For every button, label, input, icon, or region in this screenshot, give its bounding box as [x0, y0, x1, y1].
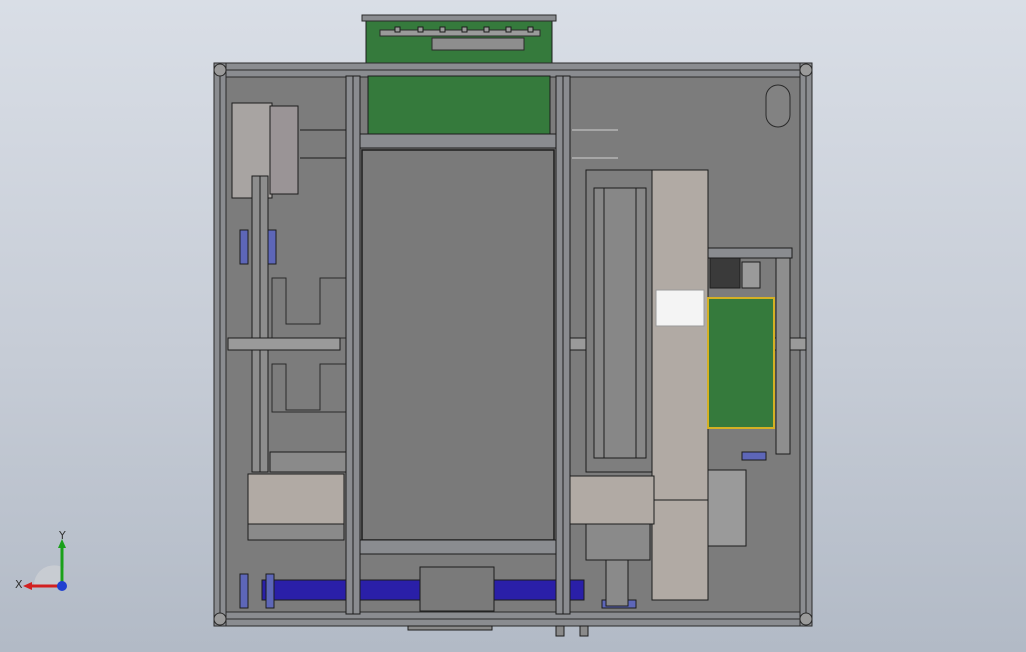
- right-pcb-board: [707, 297, 775, 429]
- z-axis-icon: [57, 581, 67, 591]
- right-pcb-rail: [707, 247, 793, 259]
- top-connector-block: [431, 37, 525, 51]
- connector-pin: [439, 26, 446, 33]
- module-tan-carriage: [651, 169, 709, 501]
- center-pcb: [367, 75, 551, 137]
- left-bottom-bracket: [239, 573, 249, 609]
- module-tan-lower: [651, 499, 709, 601]
- coordinate-triad: Y X: [15, 530, 67, 591]
- connector-pin: [394, 26, 401, 33]
- left-bracket: [267, 229, 277, 265]
- right-stem: [605, 559, 629, 607]
- x-arrow-icon: [23, 582, 32, 590]
- right-carriage: [569, 475, 655, 525]
- top-pcb-rail: [361, 14, 557, 22]
- left-carriage-base: [247, 523, 345, 541]
- module-inner: [593, 187, 647, 459]
- bottom-tab: [555, 625, 565, 637]
- corner-bolt: [799, 63, 813, 77]
- left-carriage: [247, 473, 345, 525]
- center-cross-rail: [359, 133, 557, 149]
- center-plate: [361, 149, 555, 541]
- top-connector-strip: [379, 29, 541, 37]
- model-top-view[interactable]: [0, 0, 1026, 652]
- right-lower-block: [707, 469, 747, 547]
- fan-module: [709, 257, 741, 289]
- y-axis-label: Y: [58, 530, 66, 542]
- right-linear-module: [569, 169, 709, 609]
- right-side-rail: [775, 257, 791, 455]
- mid-beam-left: [227, 337, 341, 351]
- left-bracket: [239, 229, 249, 265]
- left-guide: [269, 451, 347, 473]
- left-bottom-bracket: [265, 573, 275, 609]
- x-axis-label: X: [15, 578, 23, 591]
- module-highlight: [655, 289, 705, 327]
- bottom-tab-plate: [407, 625, 493, 631]
- connector-pin: [483, 26, 490, 33]
- corner-bolt: [213, 612, 227, 626]
- center-plate-bottom-rail: [359, 539, 557, 555]
- connector-pin: [461, 26, 468, 33]
- corner-bolt: [799, 612, 813, 626]
- graphics-area[interactable]: Y X: [0, 0, 1026, 652]
- right-connector: [741, 261, 761, 289]
- bottom-cover-plate: [419, 566, 495, 612]
- connector-pin: [505, 26, 512, 33]
- connector-pin: [527, 26, 534, 33]
- slot-cutout: [765, 84, 791, 128]
- left-tan-box-side: [269, 105, 299, 195]
- bottom-tab: [579, 625, 589, 637]
- connector-pin: [417, 26, 424, 33]
- right-label-blue: [741, 451, 767, 461]
- corner-bolt: [213, 63, 227, 77]
- right-carriage-base: [585, 523, 651, 561]
